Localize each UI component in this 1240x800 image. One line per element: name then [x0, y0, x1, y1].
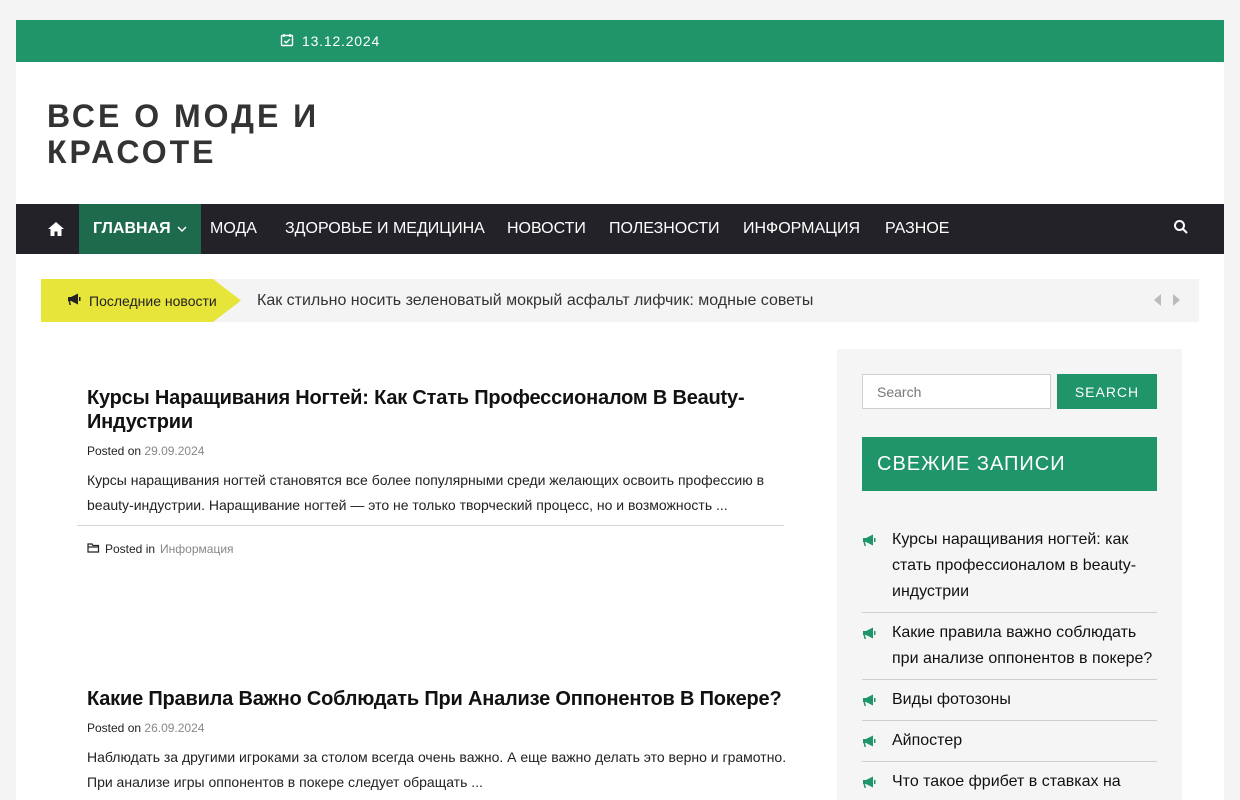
post-excerpt: Наблюдать за другими игроками за столом … [87, 749, 787, 790]
ticker-controls [1151, 292, 1183, 308]
page: 13.12.2024 ВСЕ О МОДЕ И КРАСОТЕ ГЛАВНАЯ … [16, 20, 1224, 800]
top-bar: 13.12.2024 [16, 20, 1224, 62]
nav-item-label: ГЛАВНАЯ [93, 220, 171, 238]
bullhorn-icon [863, 534, 876, 546]
posted-in-label: Posted in [105, 542, 156, 556]
posted-on-label: Posted on [87, 721, 142, 735]
ticker-label-text: Последние новости [89, 292, 217, 309]
bullhorn-icon [863, 776, 876, 788]
nav-item-health[interactable]: ЗДОРОВЬЕ И МЕДИЦИНА [271, 204, 499, 254]
bullhorn-icon [863, 735, 876, 747]
search-icon[interactable] [1173, 219, 1189, 235]
post-excerpt: Курсы наращивания ногтей становятся все … [87, 472, 765, 513]
post-category: Posted in Информация [87, 541, 234, 557]
news-ticker: Последние новости Как стильно носить зел… [41, 279, 1199, 322]
recent-post-link[interactable]: Какие правила важно соблюдать при анализ… [892, 624, 1152, 667]
post-meta: Posted on 29.09.2024 [87, 444, 787, 458]
home-icon[interactable] [47, 220, 65, 238]
current-date: 13.12.2024 [302, 33, 381, 49]
list-item[interactable]: Виды фотозоны [862, 687, 1157, 721]
calendar-icon [280, 33, 294, 50]
search-input[interactable] [862, 374, 1051, 409]
post-title[interactable]: Какие Правила Важно Соблюдать При Анализ… [87, 687, 787, 711]
post-title[interactable]: Курсы Наращивания Ногтей: Как Стать Проф… [87, 386, 787, 434]
recent-post-link[interactable]: Виды фотозоны [892, 691, 1011, 708]
post-meta: Posted on 26.09.2024 [87, 721, 787, 735]
bullhorn-icon [863, 694, 876, 706]
site-title[interactable]: ВСЕ О МОДЕ И КРАСОТЕ [47, 98, 377, 170]
nav-item-info[interactable]: ИНФОРМАЦИЯ [729, 204, 874, 254]
nav-item-home[interactable]: ГЛАВНАЯ [79, 204, 201, 254]
nav-item-useful[interactable]: ПОЛЕЗНОСТИ [595, 204, 734, 254]
recent-post-link[interactable]: Курсы наращивания ногтей: как стать проф… [892, 531, 1136, 600]
post-date[interactable]: 29.09.2024 [144, 444, 204, 458]
list-item[interactable]: Айпостер [862, 728, 1157, 762]
prev-arrow-icon[interactable] [1151, 292, 1165, 308]
nav-item-fashion[interactable]: МОДА [196, 204, 271, 254]
folder-icon [87, 541, 100, 557]
post-article: Курсы Наращивания Ногтей: Как Стать Проф… [87, 386, 787, 518]
recent-post-link[interactable]: Айпостер [892, 732, 962, 749]
recent-posts-title: СВЕЖИЕ ЗАПИСИ [862, 437, 1157, 491]
recent-post-link[interactable]: Что такое фрибет в ставках на спорт и ка… [892, 773, 1121, 800]
recent-posts-list: Курсы наращивания ногтей: как стать проф… [862, 527, 1157, 800]
post-divider [77, 525, 784, 526]
list-item[interactable]: Курсы наращивания ногтей: как стать проф… [862, 527, 1157, 613]
ticker-headline[interactable]: Как стильно носить зеленоватый мокрый ас… [257, 279, 813, 322]
post-article: Какие Правила Важно Соблюдать При Анализ… [87, 687, 787, 795]
chevron-down-icon [177, 204, 187, 254]
main-navigation: ГЛАВНАЯ МОДА ЗДОРОВЬЕ И МЕДИЦИНА НОВОСТИ… [16, 204, 1224, 254]
search-button[interactable]: SEARCH [1057, 374, 1157, 409]
date-display: 13.12.2024 [280, 32, 380, 50]
list-item[interactable]: Что такое фрибет в ставках на спорт и ка… [862, 769, 1157, 800]
bullhorn-icon [863, 627, 876, 639]
post-date[interactable]: 26.09.2024 [144, 721, 204, 735]
nav-item-misc[interactable]: РАЗНОЕ [871, 204, 963, 254]
bullhorn-icon [67, 292, 81, 309]
ticker-label: Последние новости [41, 279, 241, 322]
sidebar: SEARCH СВЕЖИЕ ЗАПИСИ Курсы наращивания н… [837, 349, 1182, 800]
nav-item-news[interactable]: НОВОСТИ [493, 204, 600, 254]
posted-on-label: Posted on [87, 444, 142, 458]
category-link[interactable]: Информация [160, 542, 233, 556]
list-item[interactable]: Какие правила важно соблюдать при анализ… [862, 620, 1157, 680]
next-arrow-icon[interactable] [1169, 292, 1183, 308]
